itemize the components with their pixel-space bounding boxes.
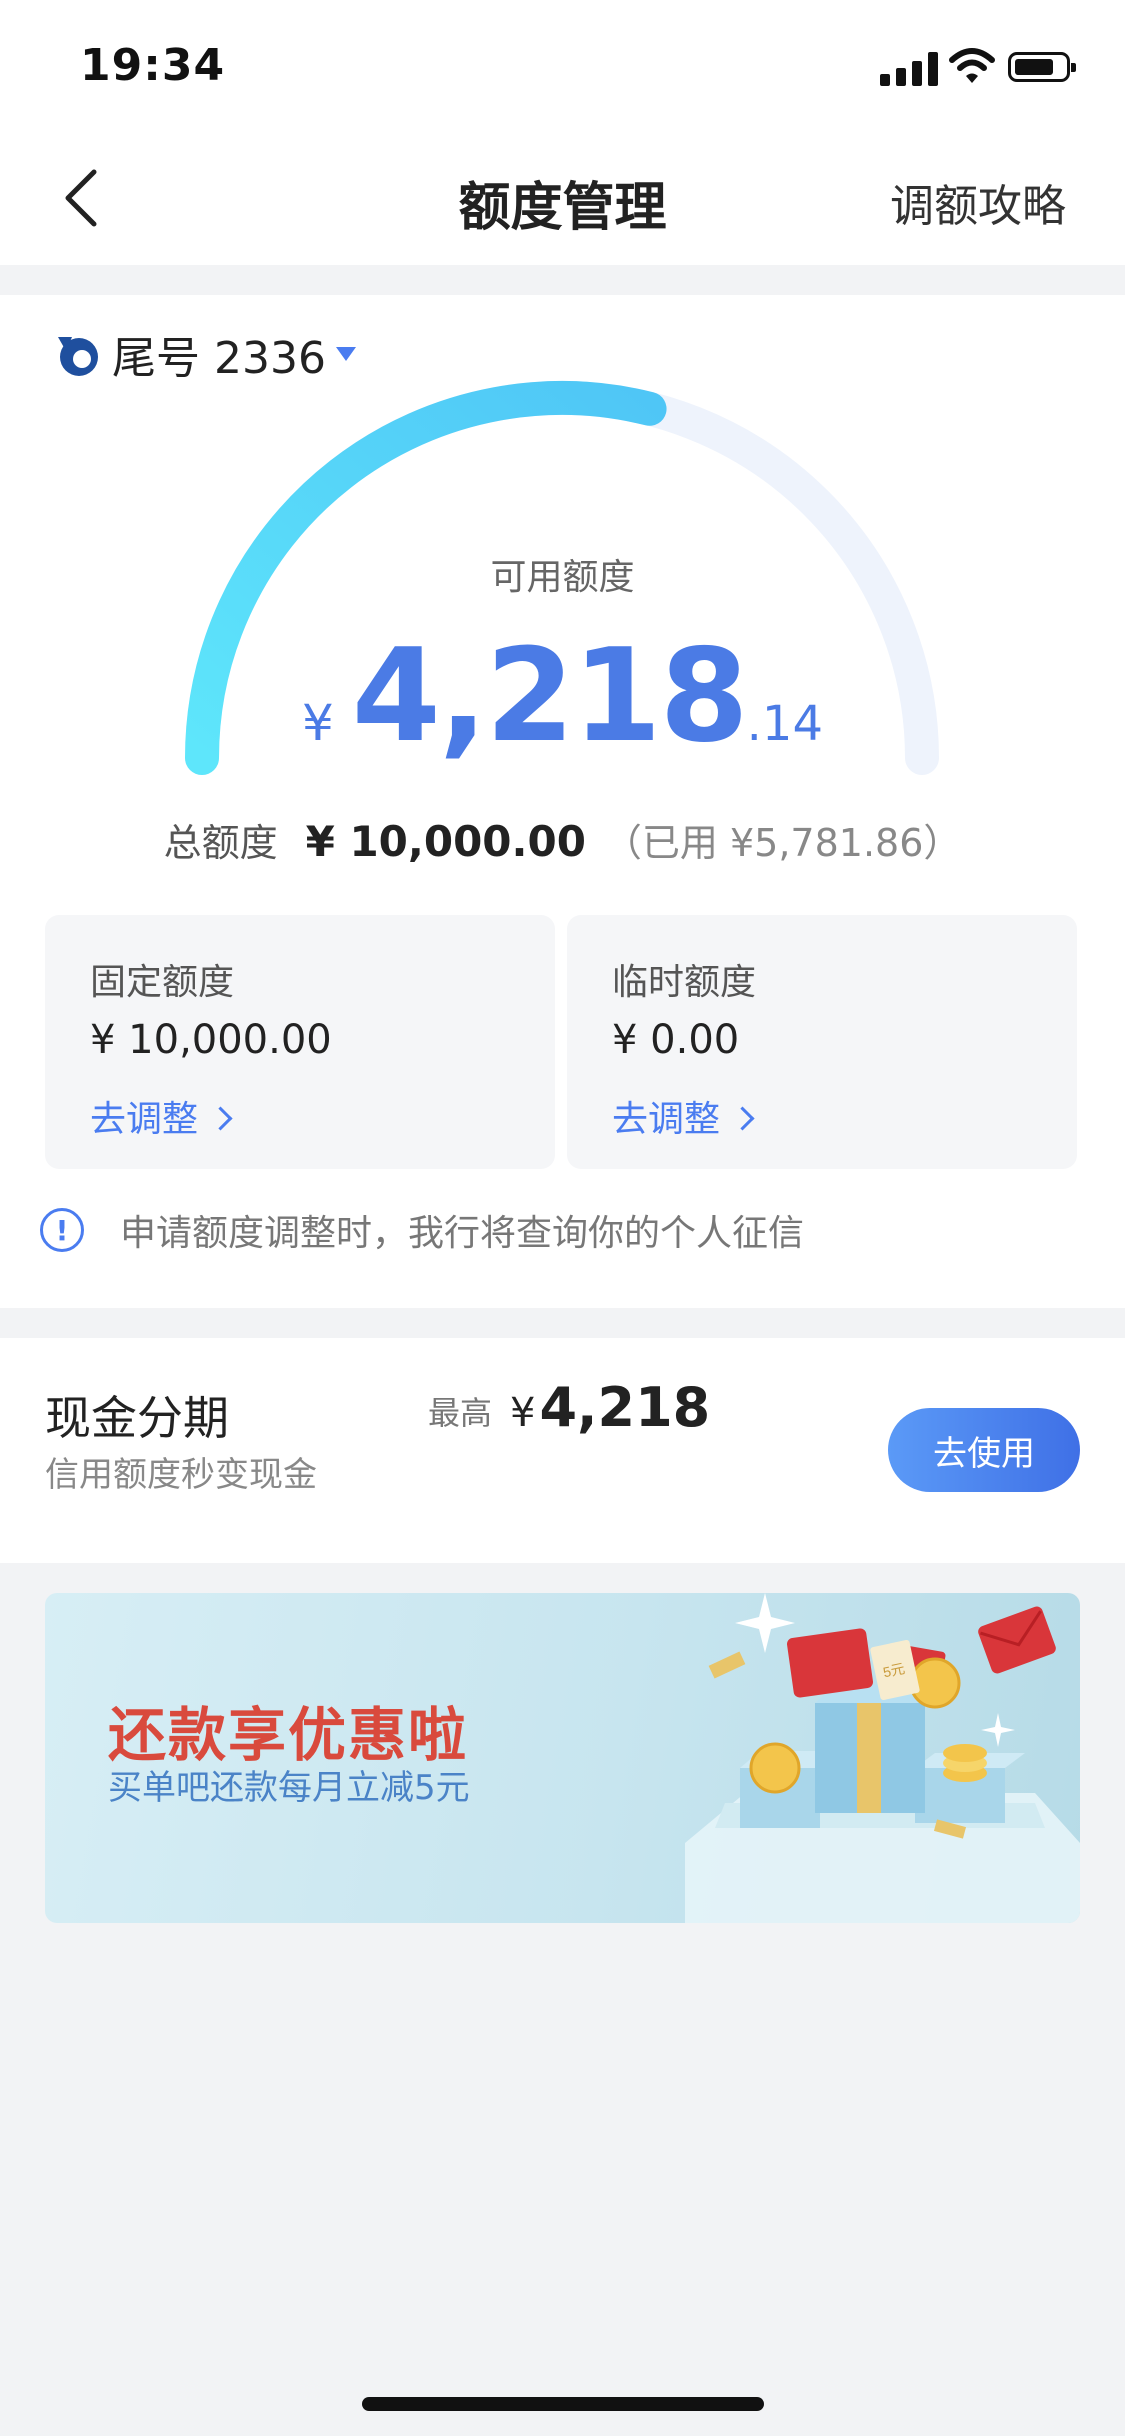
chevron-right-icon	[208, 1105, 233, 1131]
temp-limit-value: ¥ 0.00	[612, 1017, 740, 1063]
available-integer: 4,218	[351, 622, 749, 771]
cash-installment-subtitle: 信用额度秒变现金	[45, 1455, 317, 1495]
banner-subtitle: 买单吧还款每月立减5元	[108, 1768, 470, 1808]
adjust-link-label: 去调整	[612, 1099, 721, 1140]
home-indicator[interactable]	[362, 2397, 764, 2411]
fixed-limit-adjust-link[interactable]: 去调整	[90, 1090, 233, 1142]
status-time: 19:34	[80, 40, 226, 91]
max-amount-value: 4,218	[539, 1376, 711, 1439]
used-amount: （已用 ¥5,781.86）	[603, 821, 962, 865]
bank-logo-icon	[58, 337, 98, 376]
available-limit-label: 可用额度	[490, 557, 635, 598]
credit-inquiry-notice: ! 申请额度调整时，我行将查询你的个人征信	[40, 1200, 804, 1260]
battery-icon	[1008, 52, 1076, 82]
temp-limit-card: 临时额度 ¥ 0.00 去调整	[567, 915, 1077, 1169]
chevron-right-icon	[730, 1105, 755, 1131]
wifi-icon	[949, 48, 995, 83]
cellular-signal-icon	[880, 52, 938, 86]
fixed-limit-title: 固定额度	[90, 962, 235, 1003]
available-limit-amount: ¥4,218.14	[0, 622, 1125, 771]
fixed-limit-card: 固定额度 ¥ 10,000.00 去调整	[45, 915, 555, 1169]
max-amount: ¥4,218	[510, 1376, 710, 1439]
currency-symbol: ¥	[301, 694, 334, 752]
total-limit-row: 总额度 ¥ 10,000.00 （已用 ¥5,781.86）	[0, 812, 1125, 867]
total-limit-amount: ¥ 10,000.00	[305, 817, 586, 866]
temp-limit-adjust-link[interactable]: 去调整	[612, 1090, 755, 1142]
temp-limit-title: 临时额度	[612, 962, 757, 1003]
info-icon: !	[40, 1208, 84, 1252]
available-decimal: .14	[746, 696, 824, 752]
caret-down-icon	[335, 347, 356, 361]
limit-strategy-link[interactable]: 调额攻略	[890, 170, 1066, 234]
use-button[interactable]: 去使用	[888, 1408, 1080, 1492]
adjust-link-label: 去调整	[90, 1099, 199, 1140]
notice-text: 申请额度调整时，我行将查询你的个人征信	[120, 1213, 805, 1254]
cash-installment-title: 现金分期	[45, 1391, 229, 1445]
red-envelope-icon	[978, 1606, 1056, 1674]
total-limit-label: 总额度	[163, 821, 278, 865]
max-label: 最高	[428, 1394, 493, 1432]
fixed-limit-value: ¥ 10,000.00	[90, 1017, 332, 1063]
max-currency: ¥	[510, 1390, 536, 1436]
